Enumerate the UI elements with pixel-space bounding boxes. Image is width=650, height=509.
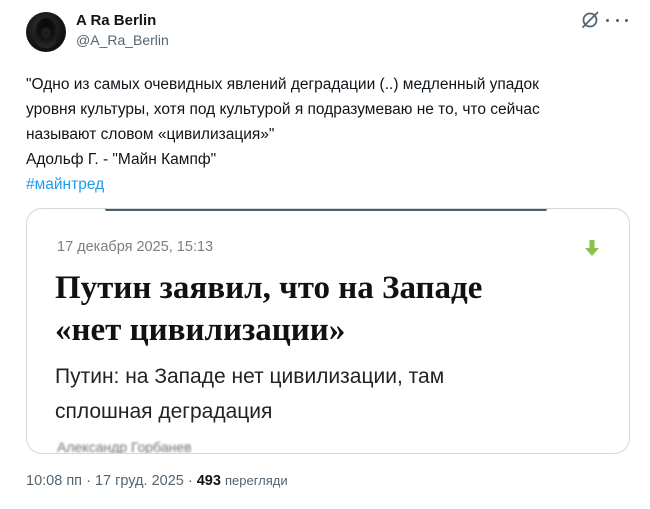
card-author-cropped: Александр Горбанев	[57, 439, 192, 454]
card-headline-line: Путин заявил, что на Западе	[55, 270, 483, 306]
more-dot	[615, 18, 619, 22]
card-subtitle-line: Путин: на Западе нет цивилизации, там	[55, 365, 445, 388]
card-subtitle: Путин: на Западе нет цивилизации, там сп…	[55, 359, 615, 429]
tweet-text: "Одно из самых очевидных явлений деграда…	[26, 72, 636, 197]
card-headline: Путин заявил, что на Западе «нет цивилиз…	[55, 267, 615, 351]
tweet-text-line: Адольф Г. - "Майн Кампф"	[26, 151, 217, 168]
tweet-text-line: "Одно из самых очевидных явлений деграда…	[26, 76, 539, 93]
hashtag-link[interactable]: #майнтред	[26, 172, 636, 197]
more-dot	[606, 18, 609, 22]
tweet-date[interactable]: 17 груд. 2025	[95, 473, 184, 489]
card-headline-line: «нет цивилизации»	[55, 312, 346, 348]
card-top-bar	[105, 209, 547, 211]
views-label: перегляди	[224, 473, 288, 488]
tweet-time[interactable]: 10:08 пп	[26, 473, 82, 489]
views-count[interactable]: 493	[197, 473, 221, 489]
download-arrow-icon	[585, 240, 599, 256]
tweet: A Ra Berlin @A_Ra_Berlin "Одно из самых …	[0, 0, 650, 509]
tweet-text-line: уровня культуры, хотя под культурой я по…	[26, 101, 540, 118]
meta-separator: ·	[187, 473, 193, 489]
more-dot	[625, 18, 628, 22]
avatar[interactable]	[26, 12, 66, 52]
tweet-text-line: называют словом «цивилизация»"	[26, 126, 275, 143]
grok-icon[interactable]	[580, 10, 600, 30]
more-options-icon[interactable]	[606, 10, 628, 30]
card-subtitle-line: сплошная деградация	[55, 400, 273, 423]
author-display-name[interactable]: A Ra Berlin	[76, 12, 156, 29]
author-handle[interactable]: @A_Ra_Berlin	[76, 32, 169, 48]
card-date: 17 декабря 2025, 15:13	[57, 239, 214, 255]
quoted-image-card[interactable]: 17 декабря 2025, 15:13 Путин заявил, что…	[26, 208, 630, 454]
meta-separator: ·	[86, 473, 91, 489]
tweet-meta: 10:08 пп · 17 груд. 2025 · 493 перегляди	[26, 473, 288, 489]
avatar-face-shape	[41, 27, 51, 39]
